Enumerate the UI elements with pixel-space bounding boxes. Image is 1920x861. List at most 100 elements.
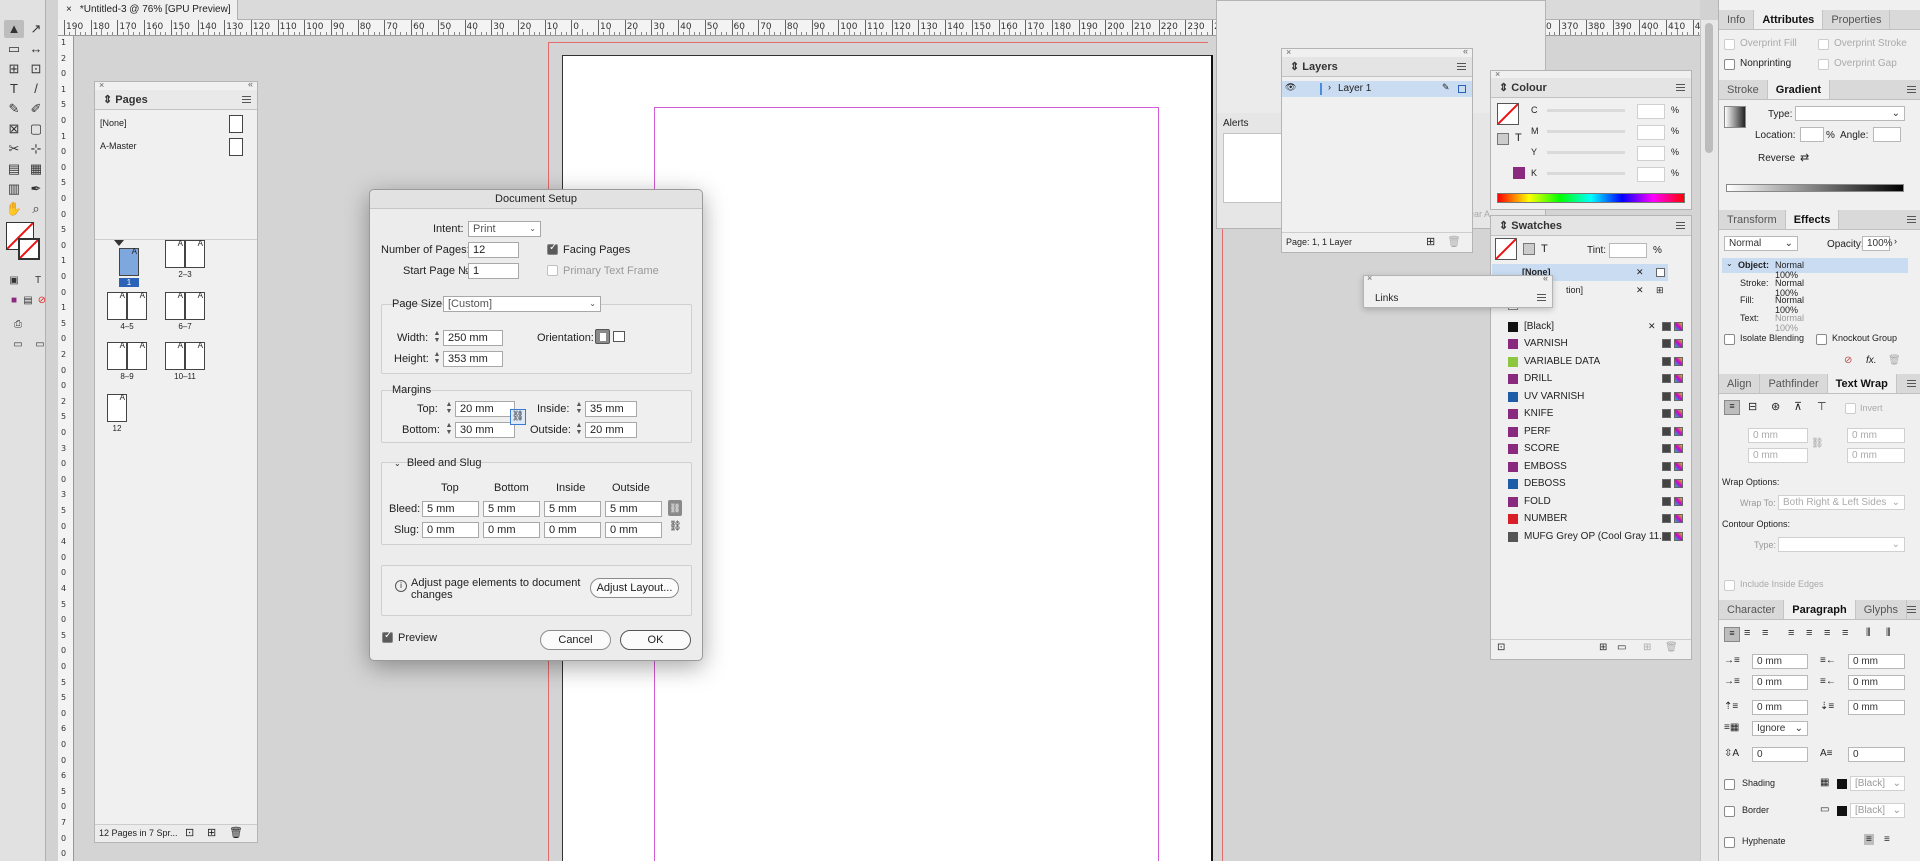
- slug-inside-input[interactable]: 0 mm: [544, 522, 601, 538]
- swatch-row[interactable]: DRILL: [1492, 370, 1687, 387]
- new-page-icon[interactable]: ⊞: [207, 826, 216, 839]
- panel-menu-icon[interactable]: [1907, 86, 1916, 93]
- margin-inside-input[interactable]: 35 mm: [585, 401, 637, 417]
- margin-top-stepper[interactable]: ▲ ▼: [445, 401, 453, 415]
- left-indent-input[interactable]: 0 mm: [1752, 654, 1808, 669]
- tab-effects[interactable]: Effects: [1785, 210, 1840, 229]
- folder-icon[interactable]: ▭: [1617, 642, 1626, 653]
- space-after-input[interactable]: 0 mm: [1848, 700, 1905, 715]
- panel-close-icon[interactable]: ×: [1367, 273, 1372, 283]
- wrap-none-icon[interactable]: ≡: [1724, 400, 1740, 415]
- new-colour-group-icon[interactable]: ⊞: [1599, 642, 1607, 653]
- right-column-scrollbar[interactable]: [1700, 20, 1718, 861]
- border-checkbox[interactable]: [1724, 806, 1735, 817]
- tab-gradient[interactable]: Gradient: [1767, 80, 1831, 99]
- swatch-row[interactable]: NUMBER: [1492, 510, 1687, 527]
- align-right-icon[interactable]: ≡: [1762, 627, 1768, 639]
- tab-glyphs[interactable]: Glyphs: [1856, 600, 1907, 619]
- page-tool-icon[interactable]: ▭: [4, 40, 24, 58]
- shading-colour-select[interactable]: [Black] ⌄: [1850, 776, 1905, 791]
- wrap-next-column-icon[interactable]: ⊤: [1817, 400, 1827, 413]
- slug-outside-input[interactable]: 0 mm: [605, 522, 662, 538]
- opacity-input[interactable]: 100%: [1862, 236, 1893, 251]
- link-offsets-icon[interactable]: ⛓: [1811, 438, 1824, 449]
- wrap-bottom-offset[interactable]: 0 mm: [1748, 448, 1808, 463]
- num-pages-input[interactable]: 12: [468, 242, 519, 258]
- landscape-orientation-icon[interactable]: [613, 331, 625, 342]
- swatch-row[interactable]: [Black] ✕: [1492, 318, 1687, 335]
- screen-mode-icon[interactable]: ▭: [8, 336, 28, 354]
- panel-tab-swatches[interactable]: ⇕ Swatches: [1499, 220, 1562, 232]
- margin-outside-input[interactable]: 20 mm: [585, 422, 637, 438]
- overprint-gap-checkbox[interactable]: [1818, 59, 1829, 70]
- swatch-row[interactable]: SCORE: [1492, 440, 1687, 457]
- panel-collapse-icon[interactable]: «: [248, 79, 253, 89]
- page-thumbnail[interactable]: A: [165, 291, 185, 320]
- close-tab-icon[interactable]: ×: [66, 4, 72, 15]
- reverse-gradient-icon[interactable]: ⇄: [1800, 151, 1809, 164]
- page-thumbnail[interactable]: A: [119, 247, 139, 276]
- portrait-orientation-icon[interactable]: [595, 329, 610, 344]
- single-line-composer-icon[interactable]: ≡: [1884, 834, 1890, 845]
- margin-inside-stepper[interactable]: ▲ ▼: [575, 401, 583, 415]
- page-thumbnail[interactable]: A: [185, 239, 205, 268]
- delete-swatch-icon[interactable]: 🗑: [1665, 642, 1678, 653]
- swatch-row[interactable]: VARNISH: [1492, 335, 1687, 352]
- page-thumbnail[interactable]: A: [165, 239, 185, 268]
- tab-transform[interactable]: Transform: [1719, 210, 1786, 229]
- wrap-to-select[interactable]: Both Right & Left Sides ⌄: [1778, 495, 1905, 510]
- link-slug-icon[interactable]: ⛓: [669, 521, 682, 532]
- link-bleed-icon[interactable]: ⛓: [668, 500, 682, 516]
- blend-mode-select[interactable]: Normal ⌄: [1724, 236, 1798, 251]
- delete-effect-icon[interactable]: 🗑: [1888, 355, 1901, 366]
- content-collector-icon[interactable]: ⊞: [4, 60, 24, 78]
- tab-stroke[interactable]: Stroke: [1719, 80, 1768, 99]
- delete-layer-icon[interactable]: 🗑: [1447, 235, 1461, 248]
- wrap-top-offset[interactable]: 0 mm: [1748, 428, 1808, 443]
- text-format-icon[interactable]: T: [28, 272, 48, 290]
- panel-menu-icon[interactable]: [1457, 63, 1466, 70]
- fx-icon[interactable]: fx.: [1866, 355, 1877, 366]
- edit-page-size-icon[interactable]: ⊡: [185, 826, 194, 839]
- preview-mode-icon[interactable]: ⎙: [8, 316, 28, 334]
- channel-slider[interactable]: [1547, 151, 1625, 154]
- height-input[interactable]: 353 mm: [443, 351, 503, 367]
- container-format-icon[interactable]: [1497, 133, 1509, 145]
- swatch-row[interactable]: MUFG Grey OP (Cool Gray 11...: [1492, 528, 1687, 545]
- panel-menu-icon[interactable]: [1676, 222, 1685, 229]
- panel-menu-icon[interactable]: [1537, 294, 1546, 301]
- slug-bottom-input[interactable]: 0 mm: [483, 522, 540, 538]
- wrap-right-offset[interactable]: 0 mm: [1847, 448, 1905, 463]
- page-thumbnail[interactable]: A: [127, 291, 147, 320]
- text-format-icon[interactable]: T: [1515, 132, 1522, 144]
- panel-menu-icon[interactable]: [1907, 606, 1916, 613]
- margin-bottom-input[interactable]: 30 mm: [455, 422, 515, 438]
- panel-close-icon[interactable]: ×: [1495, 69, 1500, 79]
- apply-none-icon[interactable]: ⊘: [32, 292, 52, 310]
- first-line-indent-input[interactable]: 0 mm: [1752, 675, 1808, 690]
- channel-input[interactable]: [1637, 125, 1665, 140]
- expand-layer-icon[interactable]: ›: [1328, 82, 1331, 92]
- scissors-tool-icon[interactable]: ✂: [4, 140, 24, 158]
- margin-bottom-stepper[interactable]: ▲ ▼: [445, 422, 453, 436]
- fill-stroke-proxy[interactable]: [1497, 103, 1519, 125]
- channel-input[interactable]: [1637, 146, 1665, 161]
- primary-text-frame-checkbox[interactable]: [547, 265, 558, 276]
- clear-effects-icon[interactable]: ⊘: [1844, 355, 1852, 366]
- content-placer-icon[interactable]: ⊡: [26, 60, 46, 78]
- justify-center-icon[interactable]: ≡: [1806, 627, 1812, 639]
- wrap-left-offset[interactable]: 0 mm: [1847, 428, 1905, 443]
- bleed-outside-input[interactable]: 5 mm: [605, 501, 662, 517]
- swatch-row[interactable]: FOLD: [1492, 493, 1687, 510]
- tab-attributes[interactable]: Attributes: [1754, 10, 1824, 29]
- swatch-row[interactable]: EMBOSS: [1492, 458, 1687, 475]
- note-tool-icon[interactable]: ▥: [4, 180, 24, 198]
- line-tool-icon[interactable]: /: [26, 80, 46, 98]
- panel-menu-icon[interactable]: [242, 96, 251, 103]
- include-inside-edges-checkbox[interactable]: [1724, 580, 1735, 591]
- isolate-blending-checkbox[interactable]: [1724, 334, 1735, 345]
- page-thumbnail[interactable]: A: [107, 291, 127, 320]
- delete-page-icon[interactable]: 🗑: [229, 826, 243, 839]
- spectrum-bar[interactable]: [1497, 193, 1685, 203]
- bleed-inside-input[interactable]: 5 mm: [544, 501, 601, 517]
